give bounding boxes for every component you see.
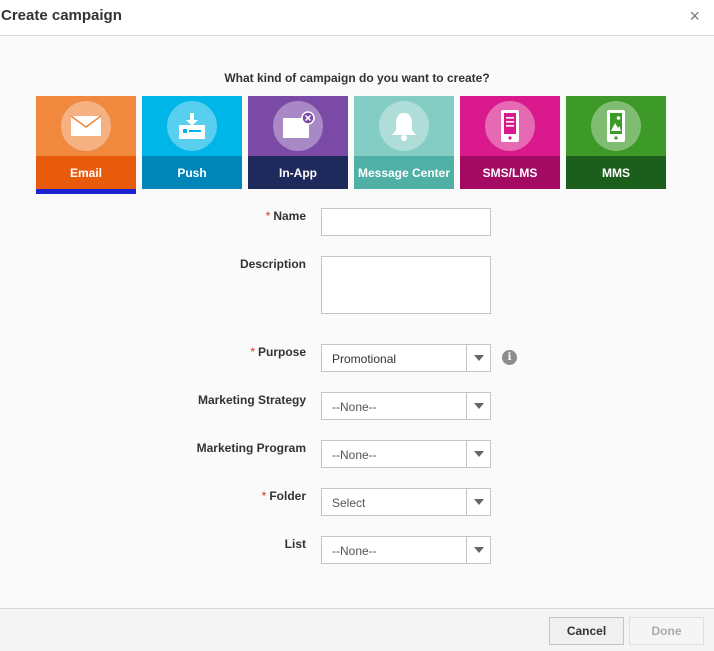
chevron-down-icon bbox=[466, 537, 490, 563]
name-label-text: Name bbox=[273, 209, 306, 223]
marketing-strategy-value: --None-- bbox=[332, 400, 377, 414]
chevron-down-icon bbox=[466, 441, 490, 467]
marketing-strategy-label: Marketing Strategy bbox=[197, 393, 306, 407]
campaign-type-question: What kind of campaign do you want to cre… bbox=[224, 71, 490, 85]
bell-icon bbox=[379, 101, 429, 151]
description-textarea[interactable] bbox=[321, 256, 491, 314]
tile-top bbox=[36, 96, 136, 156]
chevron-down-icon bbox=[466, 489, 490, 515]
tile-top bbox=[248, 96, 348, 156]
dialog-header: Create campaign × bbox=[0, 0, 714, 36]
tile-label: MMS bbox=[566, 156, 666, 189]
purpose-value: Promotional bbox=[332, 352, 397, 366]
cancel-button[interactable]: Cancel bbox=[549, 617, 624, 645]
marketing-strategy-select[interactable]: --None-- bbox=[321, 392, 491, 420]
list-value: --None-- bbox=[332, 544, 377, 558]
campaign-type-tiles: Email Push In-App Message Center SMS/LMS… bbox=[36, 96, 666, 194]
tile-label: Push bbox=[142, 156, 242, 189]
campaign-type-in-app[interactable]: In-App bbox=[248, 96, 348, 189]
dialog-footer: Cancel Done bbox=[0, 608, 714, 651]
create-campaign-dialog: Create campaign × What kind of campaign … bbox=[0, 0, 714, 651]
required-marker: * bbox=[261, 489, 267, 503]
required-marker: * bbox=[250, 345, 255, 359]
marketing-program-value: --None-- bbox=[332, 448, 377, 462]
campaign-type-email[interactable]: Email bbox=[36, 96, 136, 194]
tile-label: Message Center bbox=[354, 156, 454, 189]
tile-top bbox=[142, 96, 242, 156]
folder-select[interactable]: Select bbox=[321, 488, 491, 516]
envelope-icon bbox=[61, 101, 111, 151]
required-marker: * bbox=[265, 209, 271, 223]
mobile-message-icon bbox=[485, 101, 535, 151]
tile-top bbox=[460, 96, 560, 156]
push-notification-icon bbox=[167, 101, 217, 151]
purpose-select[interactable]: Promotional bbox=[321, 344, 491, 372]
purpose-label: * Purpose bbox=[0, 345, 306, 359]
campaign-type-message-center[interactable]: Message Center bbox=[354, 96, 454, 189]
tile-label: Email bbox=[36, 156, 136, 189]
description-label: Description bbox=[239, 257, 306, 271]
in-app-message-icon bbox=[273, 101, 323, 151]
campaign-type-mms[interactable]: MMS bbox=[566, 96, 666, 189]
tile-top bbox=[354, 96, 454, 156]
chevron-down-icon bbox=[466, 345, 490, 371]
dialog-title: Create campaign bbox=[1, 7, 122, 24]
name-label: * Name bbox=[0, 209, 306, 223]
mobile-image-icon bbox=[591, 101, 641, 151]
tile-top bbox=[566, 96, 666, 156]
folder-label-text: Folder bbox=[269, 489, 306, 503]
campaign-type-sms-lms[interactable]: SMS/LMS bbox=[460, 96, 560, 189]
folder-label: * Folder bbox=[0, 489, 306, 503]
name-input[interactable] bbox=[321, 208, 491, 236]
purpose-label-text: Purpose bbox=[257, 345, 306, 359]
info-icon[interactable]: i bbox=[502, 350, 517, 365]
close-button[interactable]: × bbox=[689, 6, 700, 26]
folder-value: Select bbox=[332, 496, 366, 510]
campaign-type-push[interactable]: Push bbox=[142, 96, 242, 189]
chevron-down-icon bbox=[466, 393, 490, 419]
done-button[interactable]: Done bbox=[629, 617, 704, 645]
marketing-program-label: Marketing Program bbox=[196, 441, 306, 455]
list-label: List bbox=[284, 537, 306, 551]
tile-label: In-App bbox=[248, 156, 348, 189]
list-select[interactable]: --None-- bbox=[321, 536, 491, 564]
tile-label: SMS/LMS bbox=[460, 156, 560, 189]
marketing-program-select[interactable]: --None-- bbox=[321, 440, 491, 468]
